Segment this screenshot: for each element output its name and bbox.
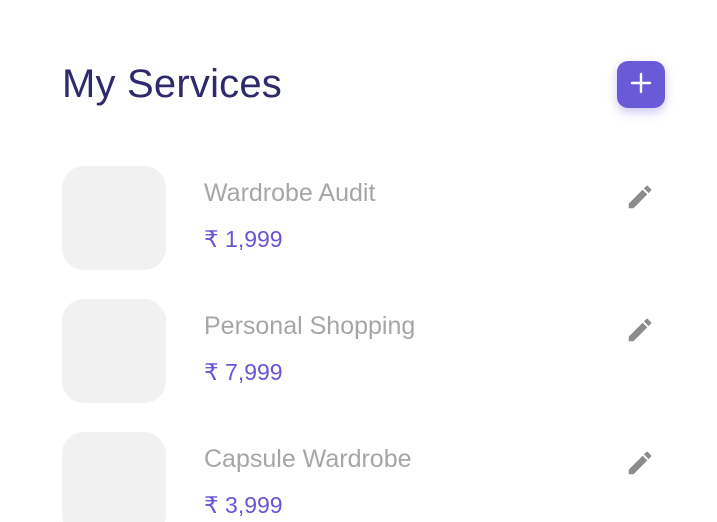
plus-icon [629,71,653,98]
pencil-icon [625,315,655,348]
service-name: Capsule Wardrobe [204,445,412,473]
service-price: ₹ 7,999 [204,359,283,385]
service-price: ₹ 1,999 [204,226,283,252]
edit-service-button[interactable] [622,446,658,482]
service-thumbnail [62,299,166,403]
service-name: Personal Shopping [204,312,416,340]
list-item[interactable]: Wardrobe Audit ₹ 1,999 [0,166,717,270]
pencil-icon [625,182,655,215]
service-thumbnail [62,432,166,522]
list-item[interactable]: Personal Shopping ₹ 7,999 [0,299,717,403]
services-screen: My Services Wardrobe Audit ₹ 1,999 Perso… [0,0,717,522]
list-item[interactable]: Capsule Wardrobe ₹ 3,999 [0,432,717,522]
edit-service-button[interactable] [622,313,658,349]
page-title: My Services [62,62,283,106]
service-name: Wardrobe Audit [204,179,376,207]
pencil-icon [625,448,655,481]
add-service-button[interactable] [617,61,665,108]
edit-service-button[interactable] [622,180,658,216]
service-price: ₹ 3,999 [204,492,283,518]
service-thumbnail [62,166,166,270]
